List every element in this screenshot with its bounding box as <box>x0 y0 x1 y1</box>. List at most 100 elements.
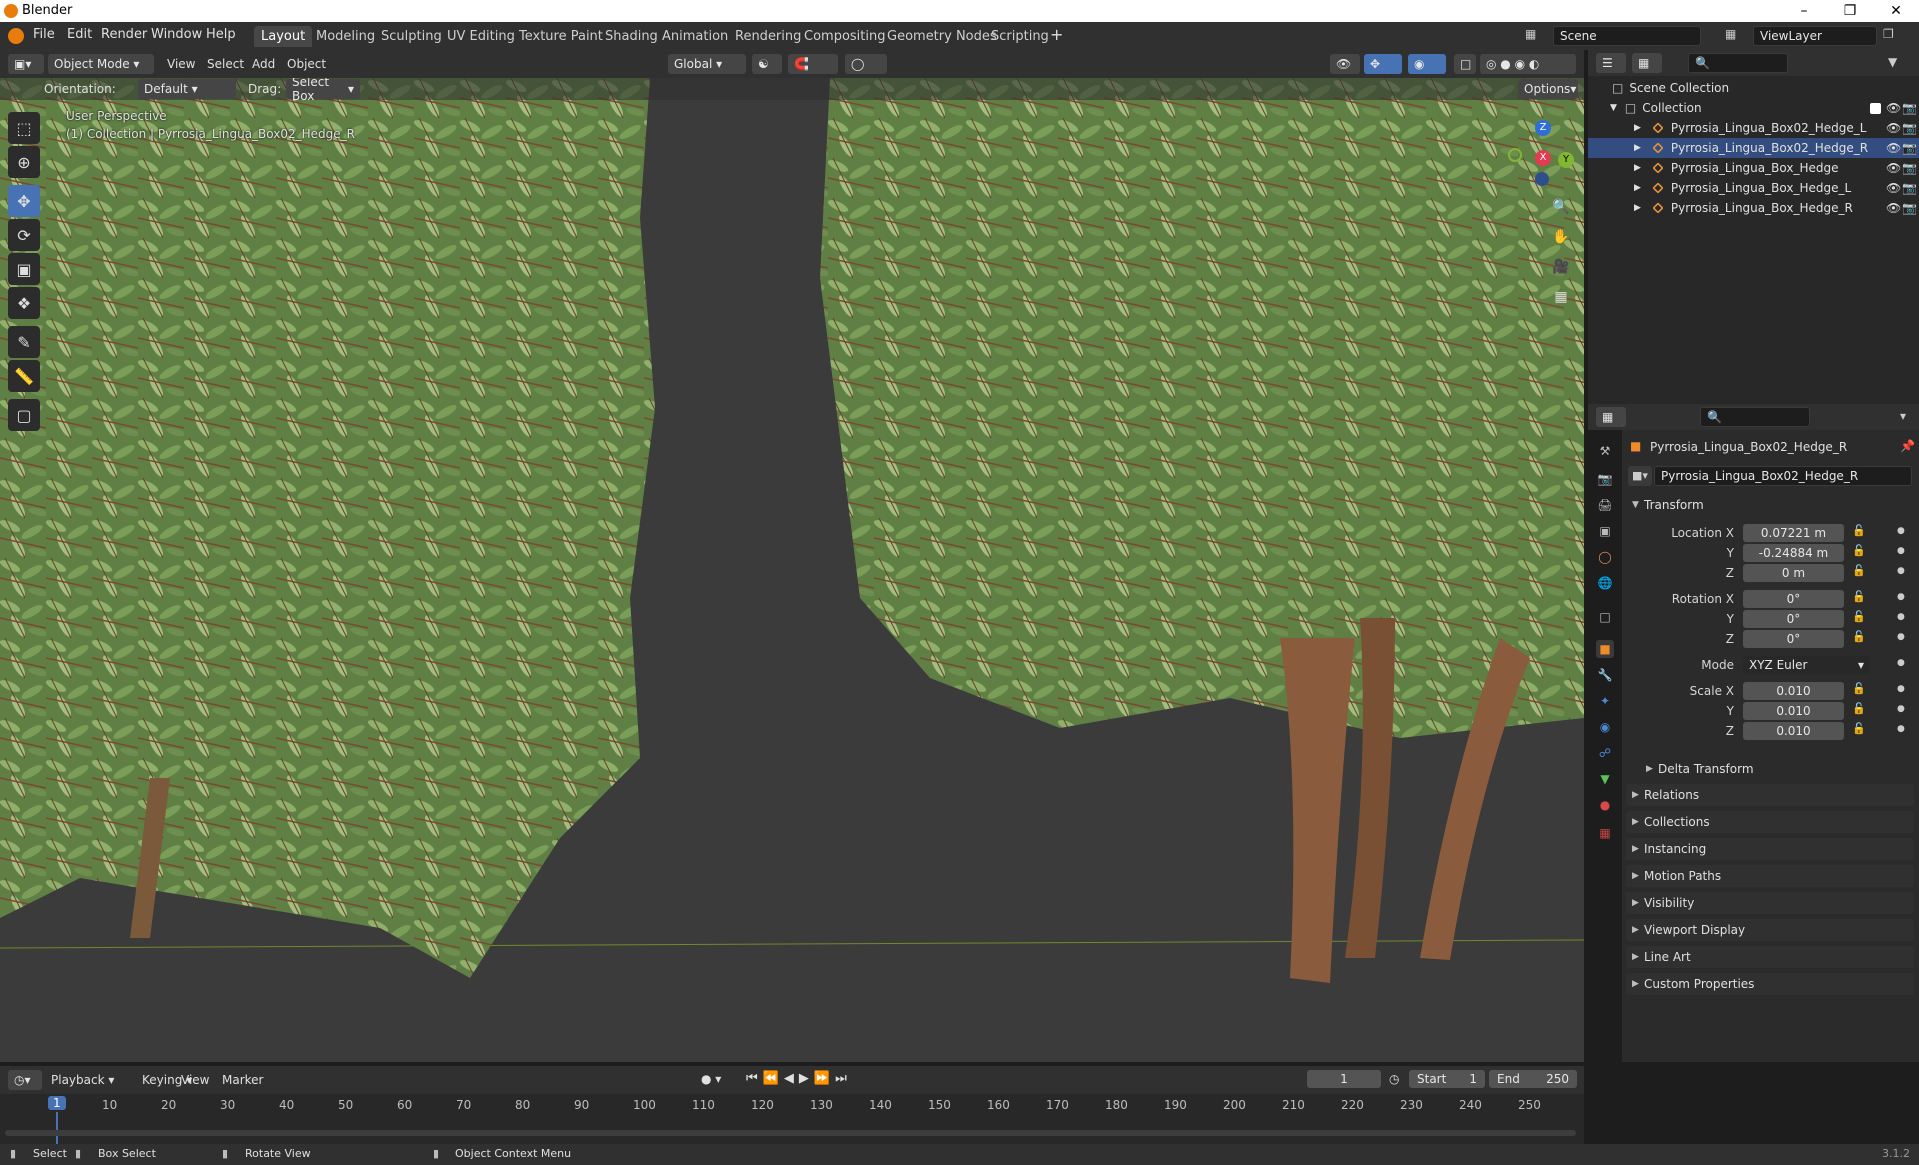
panel-visibility[interactable]: ▶ Visibility <box>1626 892 1914 914</box>
scene-field[interactable]: Scene <box>1553 26 1701 46</box>
lock-icon[interactable]: 🔓 <box>1852 630 1866 643</box>
lock-icon[interactable]: 🔓 <box>1852 564 1866 577</box>
keyframe-dot-icon[interactable]: ● <box>1897 526 1905 536</box>
timeline-scrollbar[interactable] <box>5 1130 1576 1136</box>
particles-tab-icon[interactable]: ✦ <box>1596 692 1614 710</box>
camera-icon[interactable]: 📷 <box>1902 181 1917 195</box>
transform-panel-header[interactable]: ▼ Transform <box>1626 494 1914 516</box>
outliner-item[interactable]: ▶ Pyrrosia_Lingua_Box02_Hedge_R 👁 📷 <box>1588 138 1919 158</box>
perspective-grid-icon[interactable]: ▦ <box>1549 285 1573 309</box>
chevron-right-icon[interactable]: ▶ <box>1634 183 1641 193</box>
lock-icon[interactable]: 🔓 <box>1852 610 1866 623</box>
eye-icon[interactable]: 👁 <box>1886 201 1901 215</box>
eye-icon[interactable]: 👁 <box>1886 161 1901 175</box>
new-viewlayer-icon[interactable]: ❐ <box>1883 27 1894 41</box>
rotation-y-field[interactable]: 0° <box>1743 610 1844 628</box>
panel-instancing[interactable]: ▶ Instancing <box>1626 838 1914 860</box>
editor-type-icon[interactable]: ▣▾ <box>8 54 44 74</box>
maximize-icon[interactable]: ❐ <box>1827 0 1873 22</box>
eye-icon[interactable]: 👁 <box>1886 141 1901 155</box>
chevron-right-icon[interactable]: ▶ <box>1634 123 1641 133</box>
location-z-field[interactable]: 0 m <box>1743 564 1844 582</box>
chevron-down-icon[interactable]: ▼ <box>1610 103 1617 113</box>
collection-row[interactable]: ▼ □ Collection 👁 📷 <box>1588 98 1919 118</box>
tab-texture-paint[interactable]: Texture Paint <box>512 26 610 47</box>
camera-icon[interactable]: 📷 <box>1902 161 1917 175</box>
scene-collection-row[interactable]: □ Scene Collection <box>1588 78 1919 98</box>
properties-editor-type-icon[interactable]: ▦ <box>1596 407 1626 427</box>
current-frame-field[interactable]: 1 <box>1307 1070 1381 1088</box>
lock-icon[interactable]: 🔓 <box>1852 682 1866 695</box>
playhead[interactable] <box>56 1112 58 1144</box>
gizmo-toggle-icon[interactable]: ✥ <box>1364 54 1402 74</box>
tab-scripting[interactable]: Scripting <box>984 26 1056 47</box>
tab-compositing[interactable]: Compositing <box>797 26 893 47</box>
modifier-tab-icon[interactable]: 🔧 <box>1596 666 1614 684</box>
eye-icon[interactable]: 👁 <box>1886 121 1901 135</box>
keyframe-dot-icon[interactable]: ● <box>1897 566 1905 576</box>
3d-viewport[interactable]: Orientation: Default ▾ Drag: Select Box ▾… <box>0 78 1584 1062</box>
camera-icon[interactable]: 📷 <box>1902 141 1917 155</box>
cursor-tool-icon[interactable]: ⊕ <box>8 146 40 178</box>
pan-hand-icon[interactable]: ✋ <box>1549 225 1573 249</box>
gizmo-y-axis[interactable]: Y <box>1558 152 1574 168</box>
gizmo-z-axis[interactable]: Z <box>1535 120 1551 136</box>
menu-edit[interactable]: Edit <box>67 27 92 42</box>
object-browse-icon[interactable]: ■▾ <box>1628 466 1652 486</box>
proportional-edit-icon[interactable]: ◯ <box>845 54 887 74</box>
record-icon[interactable]: ● ▾ <box>701 1072 721 1086</box>
end-frame-field[interactable]: End 250 <box>1489 1070 1577 1088</box>
keyframe-dot-icon[interactable]: ● <box>1897 612 1905 622</box>
clock-icon[interactable]: ◷ <box>1389 1072 1399 1086</box>
keyframe-dot-icon[interactable]: ● <box>1897 632 1905 642</box>
output-tab-icon[interactable]: 🖨 <box>1596 496 1614 514</box>
marker-menu[interactable]: Marker <box>222 1073 263 1087</box>
viewlayer-icon[interactable]: ▦ <box>1725 27 1736 41</box>
scene-tab-icon[interactable]: ◯ <box>1596 548 1614 566</box>
object-name-field[interactable]: Pyrrosia_Lingua_Box02_Hedge_R <box>1654 466 1912 486</box>
options-dropdown[interactable]: Options ▾ <box>1518 79 1578 99</box>
camera-icon[interactable]: 📷 <box>1902 121 1917 135</box>
panel-collections[interactable]: ▶ Collections <box>1626 811 1914 833</box>
xray-icon[interactable]: □ <box>1454 54 1476 74</box>
menu-window[interactable]: Window <box>151 27 202 42</box>
location-y-field[interactable]: -0.24884 m <box>1743 544 1844 562</box>
timeline-view-menu[interactable]: View <box>181 1073 209 1087</box>
orientation-dropdown[interactable]: Default ▾ <box>138 79 236 99</box>
overlays-toggle-icon[interactable]: ◉ <box>1408 54 1446 74</box>
outliner-search-input[interactable]: 🔍 <box>1688 53 1788 73</box>
scale-tool-icon[interactable]: ▣ <box>8 253 40 285</box>
keyframe-dot-icon[interactable]: ● <box>1897 704 1905 714</box>
panel-relations[interactable]: ▶ Relations <box>1626 784 1914 806</box>
add-workspace-icon[interactable]: + <box>1050 25 1063 44</box>
scale-z-field[interactable]: 0.010 <box>1743 722 1844 740</box>
constraints-tab-icon[interactable]: ☍ <box>1596 744 1614 762</box>
properties-search-input[interactable]: 🔍 <box>1700 407 1810 427</box>
properties-options-chevron-icon[interactable]: ▾ <box>1900 409 1906 423</box>
delta-transform-panel[interactable]: ▶ Delta Transform <box>1640 758 1910 780</box>
data-tab-icon[interactable]: ▼ <box>1596 770 1614 788</box>
menu-render[interactable]: Render <box>101 27 147 42</box>
gizmo-neg-y-icon[interactable] <box>1508 148 1522 162</box>
world-tab-icon[interactable]: 🌐 <box>1596 574 1614 592</box>
lock-icon[interactable]: 🔓 <box>1852 544 1866 557</box>
drag-dropdown[interactable]: Select Box ▾ <box>286 78 360 103</box>
rotate-tool-icon[interactable]: ⟳ <box>8 219 40 251</box>
playback-controls[interactable]: ⏮⏪◀▶⏩⏭ <box>746 1071 852 1086</box>
scene-icon[interactable]: ▦ <box>1525 27 1543 45</box>
pivot-icon[interactable]: ☯ <box>752 54 782 74</box>
texture-tab-icon[interactable]: ▦ <box>1596 824 1614 842</box>
rotation-mode-dropdown[interactable]: XYZ Euler ▾ <box>1743 656 1870 674</box>
outliner-item[interactable]: ▶ Pyrrosia_Lingua_Box_Hedge_L 👁 📷 <box>1588 178 1919 198</box>
tab-uv-editing[interactable]: UV Editing <box>440 26 522 47</box>
current-frame-marker[interactable]: 1 <box>48 1096 66 1110</box>
panel-motion-paths[interactable]: ▶ Motion Paths <box>1626 865 1914 887</box>
filter-icon[interactable]: ▼ <box>1888 55 1897 69</box>
chevron-right-icon[interactable]: ▶ <box>1634 203 1641 213</box>
panel-custom-properties[interactable]: ▶ Custom Properties <box>1626 973 1914 995</box>
eye-icon[interactable]: 👁 <box>1886 181 1901 195</box>
shading-modes[interactable]: ◎ ● ◉ ◐ <box>1480 54 1576 74</box>
chevron-right-icon[interactable]: ▶ <box>1634 143 1641 153</box>
navigation-gizmo[interactable]: X Y Z <box>1504 116 1576 188</box>
tab-layout[interactable]: Layout <box>254 26 313 47</box>
